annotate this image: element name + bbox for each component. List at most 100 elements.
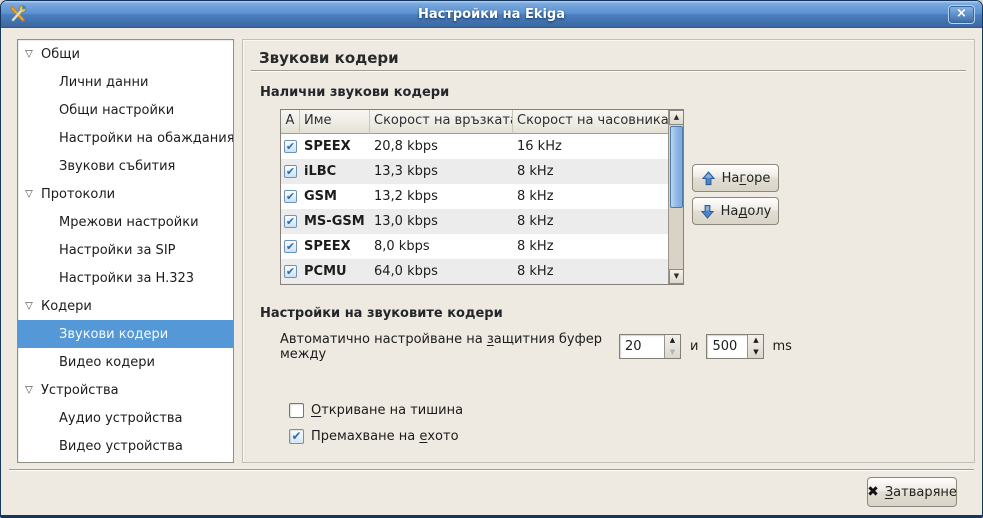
window-close-button[interactable]: × <box>948 5 975 24</box>
jitter-max-value[interactable]: 500 <box>707 335 747 358</box>
settings-section-title: Настройки на звуковите кодери <box>260 306 503 321</box>
codec-row[interactable]: ✔GSM13,2 kbps8 kHz <box>281 184 668 209</box>
jitter-unit-label: ms <box>772 339 791 354</box>
codec-enabled-checkbox[interactable]: ✔ <box>284 240 297 253</box>
down-arrow-icon <box>700 204 715 219</box>
sidebar-item[interactable]: Видео устройства <box>18 432 233 460</box>
codec-name: SPEEX <box>300 239 370 254</box>
expander-icon[interactable]: ▽ <box>22 301 36 312</box>
sidebar-item[interactable]: Настройки за SIP <box>18 236 233 264</box>
spin-up-icon[interactable]: ▲ <box>665 335 680 347</box>
sidebar-item[interactable]: Аудио устройства <box>18 404 233 432</box>
codec-clock-rate: 8 kHz <box>513 264 668 279</box>
spin-up-icon[interactable]: ▲ <box>748 335 763 347</box>
codec-enabled-cell: ✔ <box>281 165 300 178</box>
codec-name: GSM <box>300 189 370 204</box>
jitter-max-spin-arrows[interactable]: ▲▼ <box>747 335 763 358</box>
table-scrollbar[interactable]: ▲ ▼ <box>668 110 683 284</box>
scroll-up-icon[interactable]: ▲ <box>669 110 684 125</box>
codec-enabled-checkbox[interactable]: ✔ <box>284 190 297 203</box>
move-up-button[interactable]: Нагоре <box>692 164 779 192</box>
jitter-max-spinner[interactable]: 500 ▲▼ <box>706 334 764 359</box>
jitter-buffer-label: Автоматично настройване на защитния буфе… <box>280 332 619 362</box>
codec-table-body: ✔SPEEX20,8 kbps16 kHz✔iLBC13,3 kbps8 kHz… <box>281 134 683 284</box>
codec-name: iLBC <box>300 164 370 179</box>
expander-icon[interactable]: ▽ <box>22 49 36 60</box>
sidebar-item[interactable]: Настройки за H.323 <box>18 264 233 292</box>
sidebar-item-label: Видео кодери <box>59 355 155 370</box>
sidebar-item[interactable]: Видео кодери <box>18 348 233 376</box>
codec-enabled-cell: ✔ <box>281 140 300 153</box>
main-panel: Звукови кодери Налични звукови кодери А … <box>242 39 975 463</box>
codec-enabled-checkbox[interactable]: ✔ <box>284 265 297 278</box>
codec-name: SPEEX <box>300 139 370 154</box>
column-header-name[interactable]: Име <box>300 110 370 134</box>
codec-enabled-checkbox[interactable]: ✔ <box>284 140 297 153</box>
codec-row[interactable]: ✔MS-GSM13,0 kbps8 kHz <box>281 209 668 234</box>
echo-checkbox[interactable]: ✔ <box>289 429 304 444</box>
silence-checkbox[interactable] <box>289 403 304 418</box>
spin-down-icon[interactable]: ▼ <box>665 347 680 359</box>
column-header-clock-rate[interactable]: Скорост на часовника <box>513 110 668 134</box>
sidebar-group[interactable]: ▽ Устройства <box>18 376 233 404</box>
expander-icon[interactable]: ▽ <box>22 385 36 396</box>
codec-bandwidth: 64,0 kbps <box>370 264 513 279</box>
silence-detection-option[interactable]: Откриване на тишина <box>289 401 463 419</box>
codec-row[interactable]: ✔SPEEX20,8 kbps16 kHz <box>281 134 668 159</box>
close-button-label: Затваряне <box>885 485 957 500</box>
jitter-min-value[interactable]: 20 <box>620 335 664 358</box>
codec-enabled-cell: ✔ <box>281 215 300 228</box>
close-button[interactable]: ✖ Затваряне <box>867 477 957 507</box>
sidebar-item-label: Настройки за SIP <box>59 243 176 258</box>
sidebar-item[interactable]: Лични данни <box>18 68 233 96</box>
titlebar[interactable]: Настройки на Ekiga × <box>1 1 982 28</box>
sidebar-group[interactable]: ▽Протоколи <box>18 180 233 208</box>
column-header-bandwidth[interactable]: Скорост на връзката <box>370 110 513 134</box>
sidebar-item[interactable]: Настройки на обажданията <box>18 124 233 152</box>
codec-row[interactable]: ✔iLBC13,3 kbps8 kHz <box>281 159 668 184</box>
scrollbar-thumb[interactable] <box>670 126 683 208</box>
sidebar-item-label: Общи настройки <box>59 103 174 118</box>
echo-label: Премахване на ехото <box>311 429 459 444</box>
jitter-min-spinner[interactable]: 20 ▲▼ <box>619 334 681 359</box>
jitter-buffer-row: Автоматично настройване на защитния буфе… <box>280 334 792 359</box>
sidebar-group[interactable]: ▽Кодери <box>18 292 233 320</box>
codec-name: PCMU <box>300 264 370 279</box>
codec-clock-rate: 8 kHz <box>513 239 668 254</box>
codec-enabled-cell: ✔ <box>281 265 300 278</box>
codec-table-header: А Име Скорост на връзката Скорост на час… <box>281 110 668 134</box>
page-title: Звукови кодери <box>259 49 399 67</box>
sidebar-item[interactable]: Звукови кодери <box>18 320 233 348</box>
silence-label: Откриване на тишина <box>311 403 463 418</box>
echo-cancellation-option[interactable]: ✔ Премахване на ехото <box>289 427 459 445</box>
codec-name: MS-GSM <box>300 214 370 229</box>
jitter-min-spin-arrows[interactable]: ▲▼ <box>664 335 680 358</box>
sidebar-group-label: Общи <box>41 47 80 62</box>
sidebar-item[interactable]: Общи настройки <box>18 96 233 124</box>
sidebar-item-label: Аудио устройства <box>59 411 183 426</box>
codec-row[interactable]: ✔SPEEX8,0 kbps8 kHz <box>281 234 668 259</box>
sidebar-group-label: Устройства <box>41 383 119 398</box>
codec-bandwidth: 20,8 kbps <box>370 139 513 154</box>
expander-icon[interactable]: ▽ <box>22 189 36 200</box>
codec-row[interactable]: ✔PCMU64,0 kbps8 kHz <box>281 259 668 284</box>
codec-enabled-checkbox[interactable]: ✔ <box>284 165 297 178</box>
codec-bandwidth: 8,0 kbps <box>370 239 513 254</box>
sidebar-item[interactable]: Мрежови настройки <box>18 208 233 236</box>
codec-bandwidth: 13,0 kbps <box>370 214 513 229</box>
codec-enabled-checkbox[interactable]: ✔ <box>284 215 297 228</box>
up-arrow-icon <box>701 171 716 186</box>
move-down-label: Надолу <box>721 204 772 219</box>
codec-bandwidth: 13,2 kbps <box>370 189 513 204</box>
move-down-button[interactable]: Надолу <box>692 197 779 225</box>
sidebar-item-label: Звукови кодери <box>59 327 168 342</box>
spin-down-icon[interactable]: ▼ <box>748 347 763 359</box>
scroll-down-icon[interactable]: ▼ <box>669 269 684 284</box>
sidebar-group[interactable]: ▽ Общи <box>18 40 233 68</box>
sidebar-item-label: Видео устройства <box>59 439 183 454</box>
close-cross-icon: ✖ <box>867 485 879 499</box>
sidebar-item[interactable]: Звукови събития <box>18 152 233 180</box>
window-title: Настройки на Ekiga <box>1 7 982 22</box>
column-header-active[interactable]: А <box>281 110 300 134</box>
codec-bandwidth: 13,3 kbps <box>370 164 513 179</box>
